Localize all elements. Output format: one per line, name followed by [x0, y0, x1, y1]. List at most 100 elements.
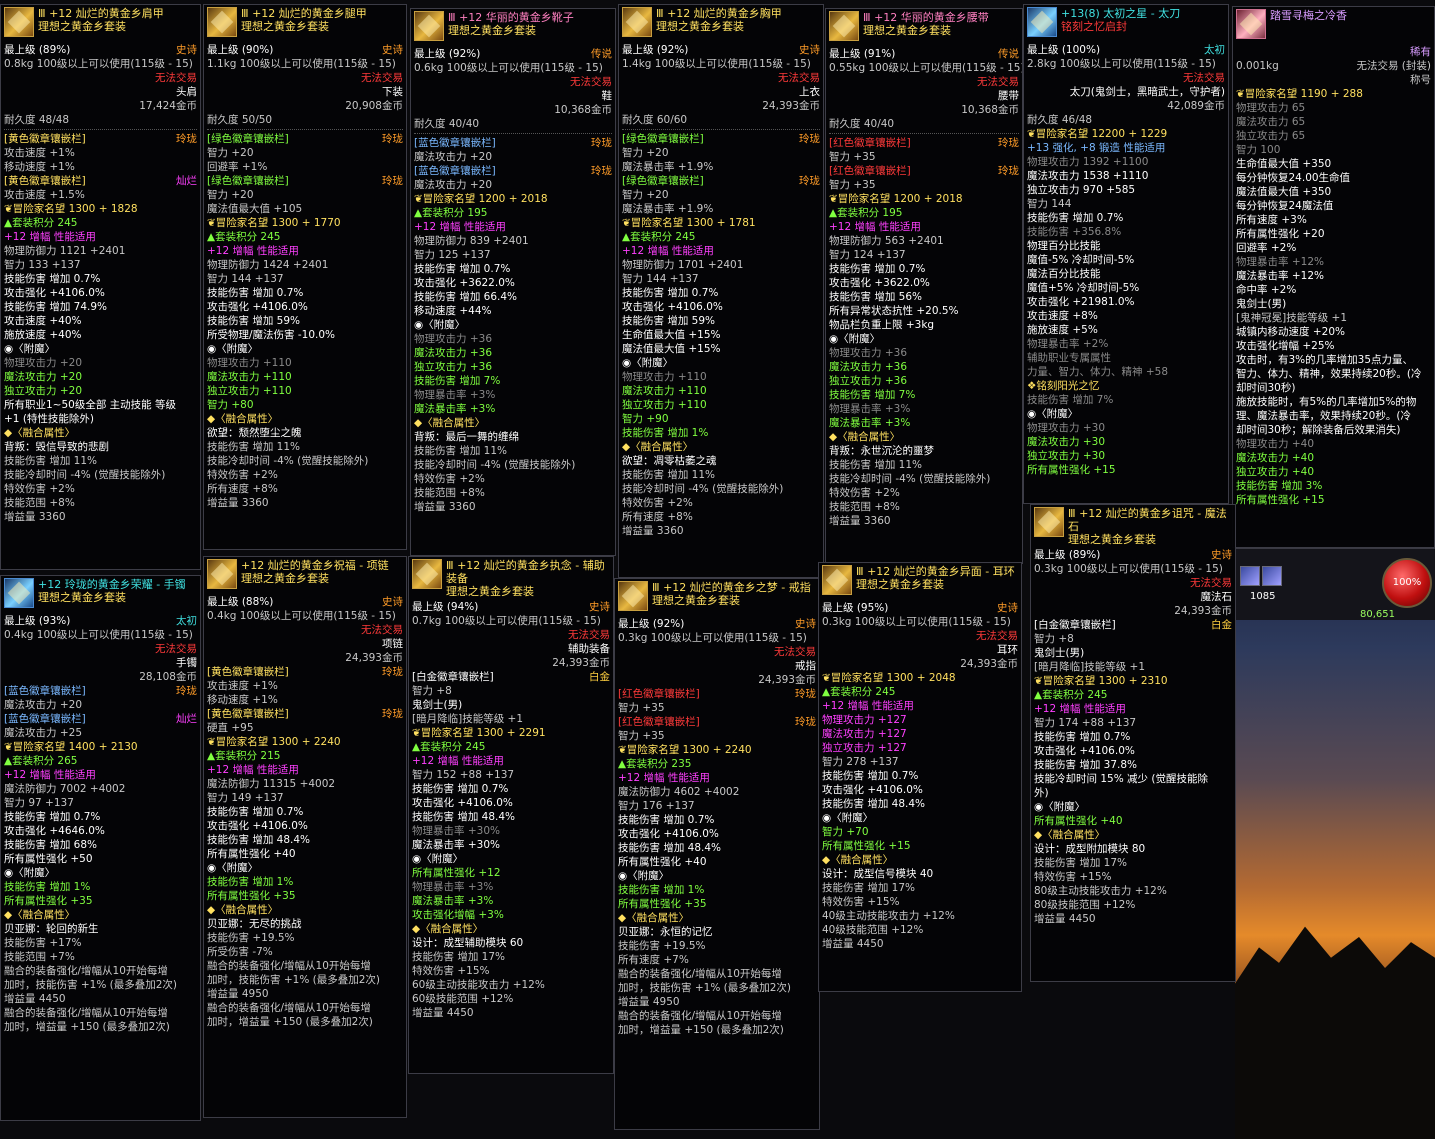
- item-name-line: 理想之黄金乡套装: [856, 578, 944, 591]
- stat-line: 技能伤害 增加 17%: [1034, 857, 1128, 869]
- stat-line: 所受伤害 -7%: [207, 946, 273, 958]
- stat-line: 回避率 +1%: [207, 161, 268, 173]
- quickslot-icon[interactable]: [1262, 566, 1282, 586]
- stat-line: 60级技能范围 +12%: [412, 993, 514, 1005]
- stat-line: 回避率 +2%: [1236, 242, 1297, 254]
- stat-line: 技能伤害 增加 11%: [622, 469, 716, 481]
- stat-right-line: 24,393金币: [762, 100, 820, 112]
- tooltip-boots: Ⅲ +12 华丽的黄金乡靴子 理想之黄金乡套装 最上级 (92%) 传说 0.6kg 1…: [410, 8, 616, 556]
- stat-line: 攻击速度 +1.5%: [4, 189, 85, 201]
- stat-line: 魔法攻击力 +20: [414, 179, 492, 191]
- stat-right: 白金: [1211, 619, 1232, 631]
- item-title: +12 灿烂的黄金乡祝福 - 项链 理想之黄金乡套装: [241, 559, 403, 585]
- stat-right-line: 下装: [382, 86, 403, 98]
- stat-line: 融合的装备强化/增幅从10开始每增: [4, 965, 168, 977]
- stat-right: 太初: [1204, 44, 1225, 56]
- stat-line: 攻击强化 +4106.0%: [1034, 745, 1135, 757]
- stat-line: 技能伤害 增加 0.7%: [822, 770, 919, 782]
- stat-row: 0.4kg 100级以上可以使用(115级 - 15): [4, 628, 197, 642]
- stat-line: 技能伤害 增加 11%: [829, 459, 923, 471]
- stat-line: 智力 +20: [622, 189, 669, 201]
- stat-line: 魔法值最大值 +350: [1236, 186, 1332, 198]
- stat-line: 所有属性强化 +40: [1034, 815, 1123, 827]
- tooltip-earring: Ⅲ +12 灿烂的黄金乡异面 - 耳环 理想之黄金乡套装 最上级 (95%) 史诗 0.…: [818, 562, 1022, 992]
- stat-line: 施放技能时，有5%的几率增加5%的物: [1236, 396, 1417, 408]
- stat-line: 所有属性强化 +50: [4, 853, 93, 865]
- stat-line: 技能伤害 增加 59%: [207, 315, 301, 327]
- stat-line: 物理暴击率 +3%: [414, 389, 496, 401]
- stat-line: ▲套装积分 245: [4, 217, 78, 229]
- stat-left: [绿色徽章镶嵌栏]: [622, 175, 704, 187]
- stat-line: 技能伤害 增加 0.7%: [1027, 212, 1124, 224]
- stat-right-line: 手镯: [176, 657, 197, 669]
- stat-row: 0.001kg 无法交易 (封装): [1236, 59, 1431, 73]
- stat-right-line: 24,393金币: [758, 674, 816, 686]
- stat-line: +12 增幅 性能适用: [4, 769, 96, 781]
- stat-line: 融合的装备强化/增幅从10开始每增: [618, 1010, 782, 1022]
- stat-row: 0.4kg 100级以上可以使用(115级 - 15): [207, 609, 403, 623]
- stat-right-line: 辅助装备: [568, 643, 610, 655]
- stat-line: 融合的装备强化/增幅从10开始每增: [618, 968, 782, 980]
- earring-icon: [822, 565, 852, 595]
- gold-amount: 80,651: [1360, 609, 1395, 620]
- stat-row: 0.3kg 100级以上可以使用(115级 - 15): [1034, 562, 1232, 576]
- item-name-line: Ⅲ +12 灿烂的黄金乡肩甲: [38, 7, 164, 20]
- stat-line: 魔法攻击力 +40: [1236, 452, 1314, 464]
- stat-line: ◆〈融合属性〉: [414, 417, 486, 429]
- stat-line: 外): [1034, 787, 1049, 799]
- stat-line: 攻击强化 +4106.0%: [207, 301, 308, 313]
- stat-line: ◆〈融合属性〉: [618, 912, 690, 924]
- item-count: 1085: [1250, 591, 1276, 602]
- item-name-line: 理想之黄金乡套装: [1068, 533, 1156, 546]
- stat-row: 最上级 (89%) 史诗: [4, 43, 197, 57]
- stat-line: 魔法值最大值 +15%: [622, 343, 721, 355]
- stat-left: 最上级 (92%): [622, 44, 689, 56]
- item-title: 踏雪寻梅之冷香: [1270, 9, 1431, 22]
- stat-line: 技能伤害 增加 0.7%: [829, 263, 926, 275]
- stat-right: 玲珑: [795, 716, 816, 728]
- stat-left: [黄色徽章镶嵌栏]: [4, 175, 86, 187]
- stat-line: 技能伤害 增加 7%: [829, 389, 916, 401]
- stat-line: 攻击速度 +1%: [4, 147, 75, 159]
- stat-line: ◆〈融合属性〉: [207, 904, 279, 916]
- stat-row: [黄色徽章镶嵌栏] 玲珑: [207, 707, 403, 721]
- stat-line: 力量、智力、体力、精神 +58: [1027, 366, 1168, 378]
- stat-row: 0.3kg 100级以上可以使用(115级 - 15): [618, 631, 816, 645]
- stat-line: 技能范围 +8%: [4, 497, 75, 509]
- stat-right: 史诗: [799, 44, 820, 56]
- stat-left: [红色徽章镶嵌栏]: [618, 716, 700, 728]
- tooltip-header: Ⅲ +12 灿烂的黄金乡肩甲 理想之黄金乡套装: [4, 7, 197, 41]
- stat-right: 玲珑: [799, 175, 820, 187]
- stat-right-line: 20,908金币: [345, 100, 403, 112]
- stat-line: +1 (特性技能除外): [4, 413, 95, 425]
- gold-armor-icon: [4, 7, 34, 37]
- item-name-line: +13(8) 太初之星 - 太刀: [1061, 7, 1181, 20]
- item-name-line: +12 灿烂的黄金乡祝福 - 项链: [241, 559, 389, 572]
- stat-line: ❦冒险家名望 1190 + 288: [1236, 88, 1363, 100]
- stat-line: ◉〈附魔〉: [4, 867, 56, 879]
- stat-right: 玲珑: [176, 685, 197, 697]
- stat-line: [暗月降临]技能等级 +1: [412, 713, 524, 725]
- stat-line: 智力 152 +88 +137: [412, 769, 515, 781]
- stat-line: 魔法防御力 11315 +4002: [207, 778, 336, 790]
- stat-line: 攻击速度 +8%: [1027, 310, 1098, 322]
- stat-right: 玲珑: [176, 133, 197, 145]
- stat-line: 技能伤害 增加 0.7%: [618, 814, 715, 826]
- stat-line: 增益量 4450: [412, 1007, 474, 1019]
- stat-line: 移动速度 +1%: [4, 161, 75, 173]
- divider: [414, 133, 612, 134]
- stat-line: 独立攻击力 +127: [822, 742, 907, 754]
- stat-right: 传说: [998, 48, 1019, 60]
- divider: [207, 129, 403, 130]
- item-name-line: 理想之黄金乡套装: [863, 24, 951, 37]
- stat-line: 魔法暴击率 +3%: [412, 895, 494, 907]
- stat-right-line: 10,368金币: [961, 104, 1019, 116]
- stat-right-line: 无法交易: [774, 646, 816, 658]
- stat-line: ◆〈融合属性〉: [4, 909, 76, 921]
- stat-line: 攻击强化 +3622.0%: [829, 277, 930, 289]
- quickslot-icon[interactable]: [1240, 566, 1260, 586]
- stat-line: 融合的装备强化/增幅从10开始每增: [207, 1002, 371, 1014]
- stat-left: [蓝色徽章镶嵌栏]: [414, 137, 496, 149]
- stat-line: 魔法防御力 7002 +4002: [4, 783, 126, 795]
- stat-line: 技能伤害 增加 1%: [207, 876, 294, 888]
